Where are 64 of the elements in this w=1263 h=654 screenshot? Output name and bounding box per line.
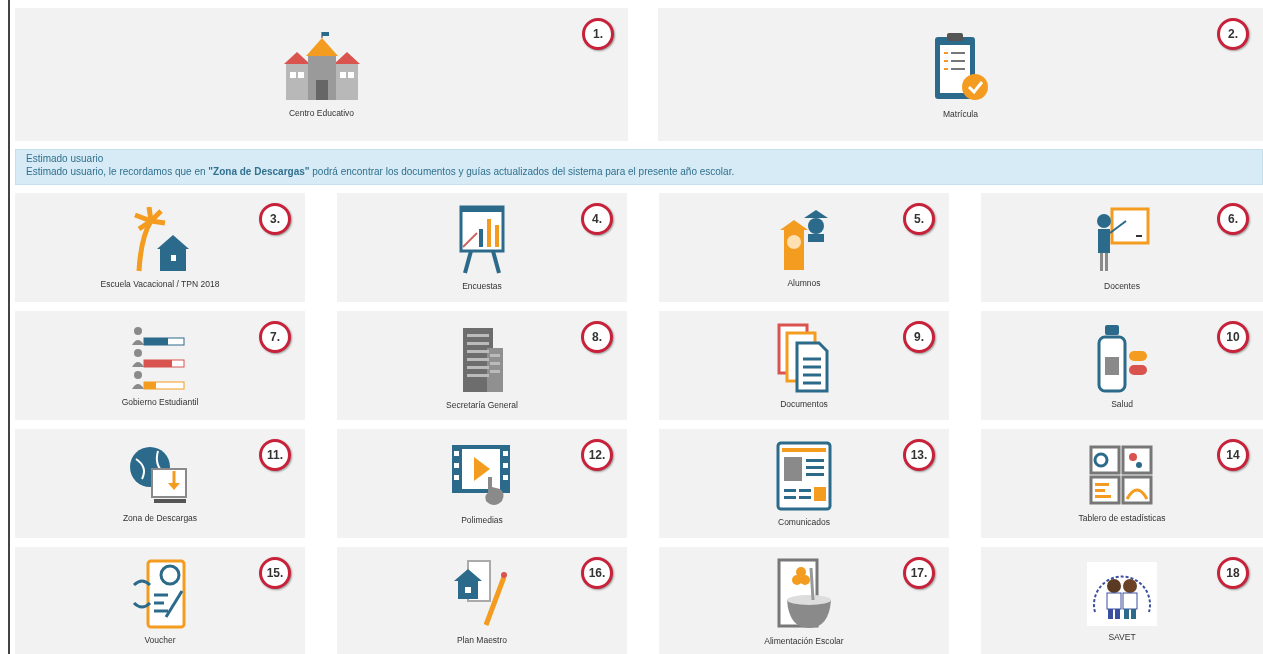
number-badge: 1. (582, 18, 614, 50)
menu-tile[interactable]: Docentes 6. (981, 193, 1263, 302)
number-badge: 16. (581, 557, 613, 589)
easel-chart-icon (457, 204, 507, 275)
dashboard-icon (1089, 444, 1155, 507)
menu-tile[interactable]: Polimedias 12. (337, 429, 627, 538)
number-badge: 11. (259, 439, 291, 471)
number-badge: 8. (581, 321, 613, 353)
documents-icon (777, 322, 831, 393)
tile-label: Voucher (144, 634, 176, 645)
tile-label: Alimentación Escolar (764, 635, 844, 646)
number-badge: 12. (581, 439, 613, 471)
number-badge: 3. (259, 203, 291, 235)
number-badge: 14 (1217, 439, 1249, 471)
tile-label: Alumnos (787, 277, 821, 288)
number-badge: 6. (1217, 203, 1249, 235)
menu-tile[interactable]: Encuestas 4. (337, 193, 627, 302)
food-bowl-icon (775, 557, 833, 630)
tile-label: Encuestas (462, 280, 502, 291)
menu-tile[interactable]: Alumnos 5. (659, 193, 949, 302)
number-badge: 5. (903, 203, 935, 235)
tile-label: Salud (1111, 398, 1133, 409)
tile-label: Secretaría General (446, 399, 518, 410)
number-badge: 13. (903, 439, 935, 471)
tile-label: Plan Maestro (456, 634, 508, 645)
alert-message: Estimado usuario, le recordamos que en "Zona de Descargas" podrá encontrar los documentos y guías actualizados del sistema para el presente año escolar. (26, 166, 736, 177)
number-badge: 2. (1217, 18, 1249, 50)
house-pencil-icon (454, 558, 510, 629)
menu-tile[interactable]: Plan Maestro 16. (337, 547, 627, 654)
tile-label: Comunicados (778, 516, 830, 527)
tile-label: Matrícula (943, 108, 978, 119)
menu-tile[interactable]: Tablero de estadísticas 14 (981, 429, 1263, 538)
tile-label: SAVET (1108, 631, 1136, 642)
tile-label: Escuela Vacacional / TPN 2018 (100, 278, 220, 289)
menu-tile[interactable]: Matrícula 2. (658, 8, 1263, 141)
menu-tile[interactable]: Comunicados 13. (659, 429, 949, 538)
tile-label: Docentes (1104, 280, 1140, 291)
number-badge: 9. (903, 321, 935, 353)
number-badge: 17. (903, 557, 935, 589)
number-badge: 18 (1217, 557, 1249, 589)
menu-tile[interactable]: Gobierno Estudiantil 7. (15, 311, 305, 420)
bottle-pills-icon (1095, 322, 1149, 393)
newspaper-icon (776, 440, 832, 511)
tile-label: Polimedias (461, 514, 503, 525)
menu-tile[interactable]: Secretaría General 8. (337, 311, 627, 420)
number-badge: 4. (581, 203, 613, 235)
menu-tile[interactable]: SAVET 18 (981, 547, 1263, 654)
tile-label: Zona de Descargas (122, 512, 198, 523)
menu-tile[interactable]: Voucher 15. (15, 547, 305, 654)
tile-label: Tablero de estadísticas (1078, 512, 1166, 523)
menu-tile[interactable]: Salud 10 (981, 311, 1263, 420)
menu-tile[interactable]: Escuela Vacacional / TPN 2018 3. (15, 193, 305, 302)
menu-tile[interactable]: Alimentación Escolar 17. (659, 547, 949, 654)
menu-tile[interactable]: Zona de Descargas 11. (15, 429, 305, 538)
alert-title: Estimado usuario (26, 153, 105, 164)
number-badge: 15. (259, 557, 291, 589)
number-badge: 7. (259, 321, 291, 353)
menu-tile[interactable]: Centro Educativo 1. (15, 8, 628, 141)
menu-tile[interactable]: Documentos 9. (659, 311, 949, 420)
tile-label: Documentos (780, 398, 828, 409)
tile-label: Gobierno Estudiantil (121, 396, 199, 407)
children-logo-icon (1087, 561, 1157, 626)
tile-label: Centro Educativo (288, 107, 355, 118)
number-badge: 10 (1217, 321, 1249, 353)
